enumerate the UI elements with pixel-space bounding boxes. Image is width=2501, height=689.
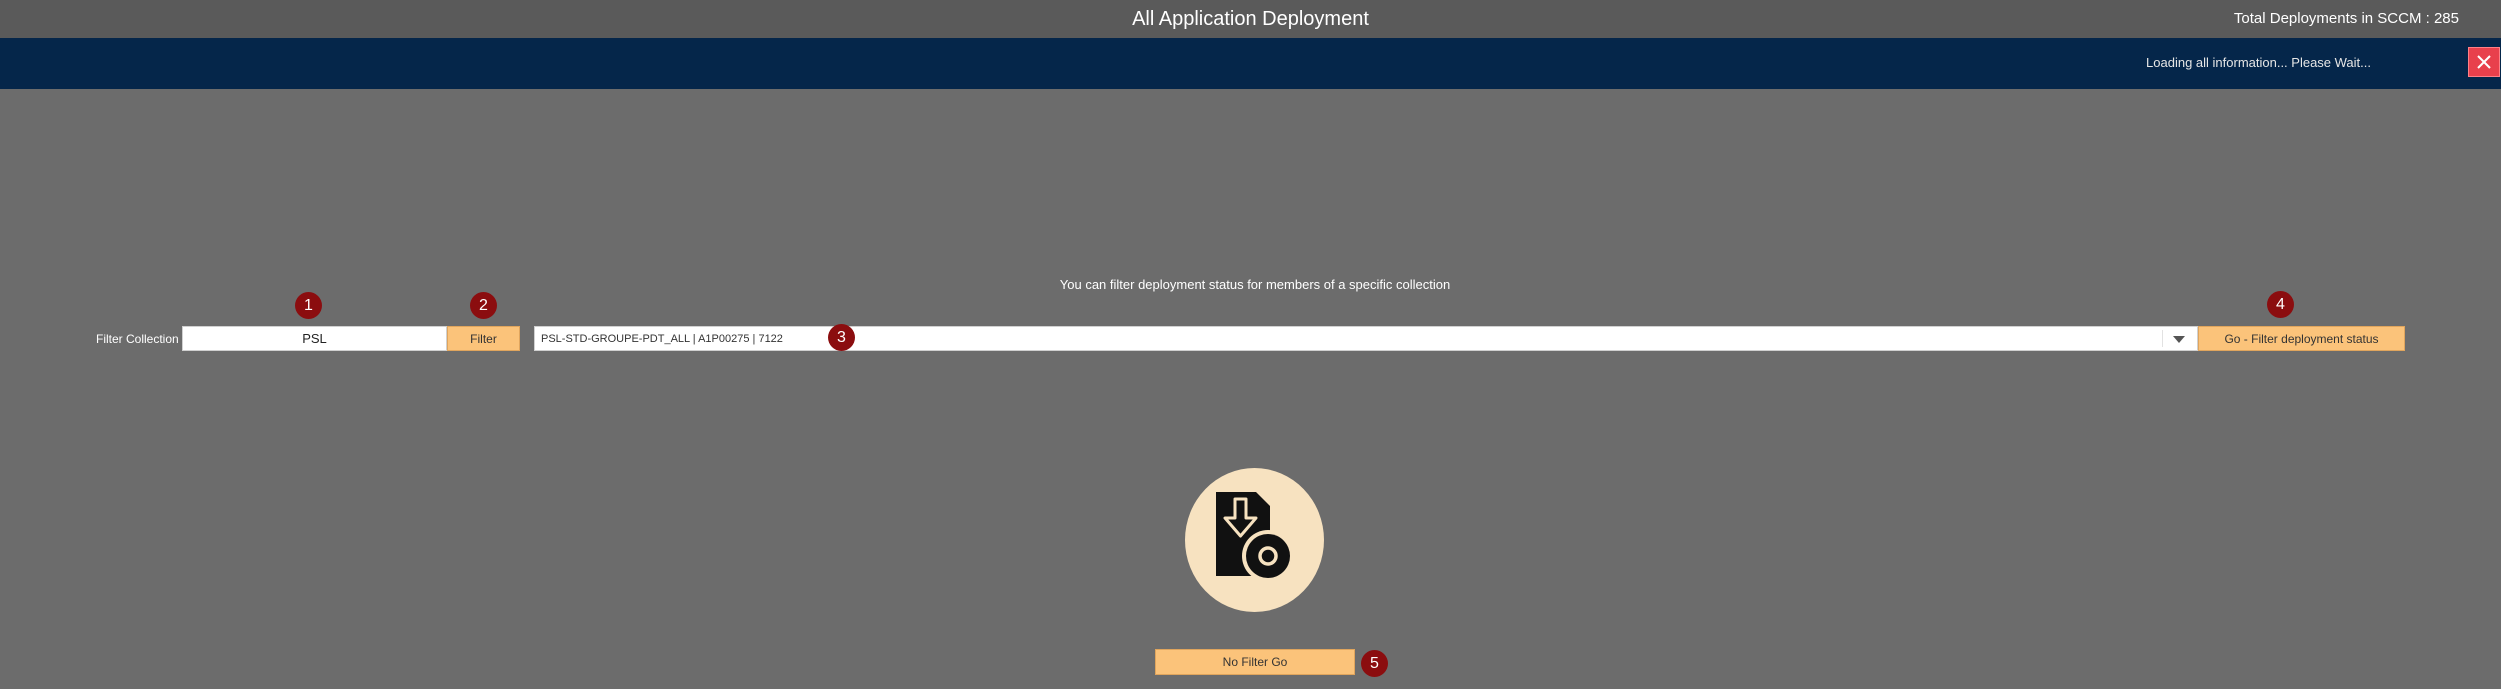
marker-4: 4: [2267, 291, 2294, 318]
marker-3: 3: [828, 324, 855, 351]
close-button[interactable]: [2468, 47, 2500, 77]
marker-1: 1: [295, 292, 322, 319]
marker-5: 5: [1361, 650, 1388, 677]
no-filter-go-button[interactable]: No Filter Go: [1155, 649, 1355, 675]
marker-2: 2: [470, 292, 497, 319]
collection-dropdown-value: PSL-STD-GROUPE-PDT_ALL | A1P00275 | 7122: [541, 333, 783, 345]
filter-collection-input[interactable]: [182, 326, 447, 351]
download-disc-icon: [1215, 492, 1294, 582]
dropdown-separator: [2162, 330, 2163, 347]
title-bar: All Application Deployment Total Deploym…: [0, 0, 2501, 38]
close-icon: [2477, 55, 2491, 69]
collection-dropdown[interactable]: PSL-STD-GROUPE-PDT_ALL | A1P00275 | 7122: [534, 326, 2198, 351]
status-bar: Loading all information... Please Wait..…: [0, 38, 2501, 89]
filter-hint-text: You can filter deployment status for mem…: [1059, 277, 1451, 292]
loading-status-text: Loading all information... Please Wait..…: [2146, 55, 2371, 70]
chevron-down-icon[interactable]: [2173, 336, 2185, 343]
filter-collection-label: Filter Collection :: [96, 332, 186, 346]
application-deployment-icon: [1185, 468, 1324, 612]
window-title: All Application Deployment: [1132, 8, 1369, 30]
go-filter-deployment-status-button[interactable]: Go - Filter deployment status: [2198, 326, 2405, 351]
filter-button[interactable]: Filter: [447, 326, 520, 351]
total-deployments-count: Total Deployments in SCCM : 285: [2233, 10, 2459, 27]
